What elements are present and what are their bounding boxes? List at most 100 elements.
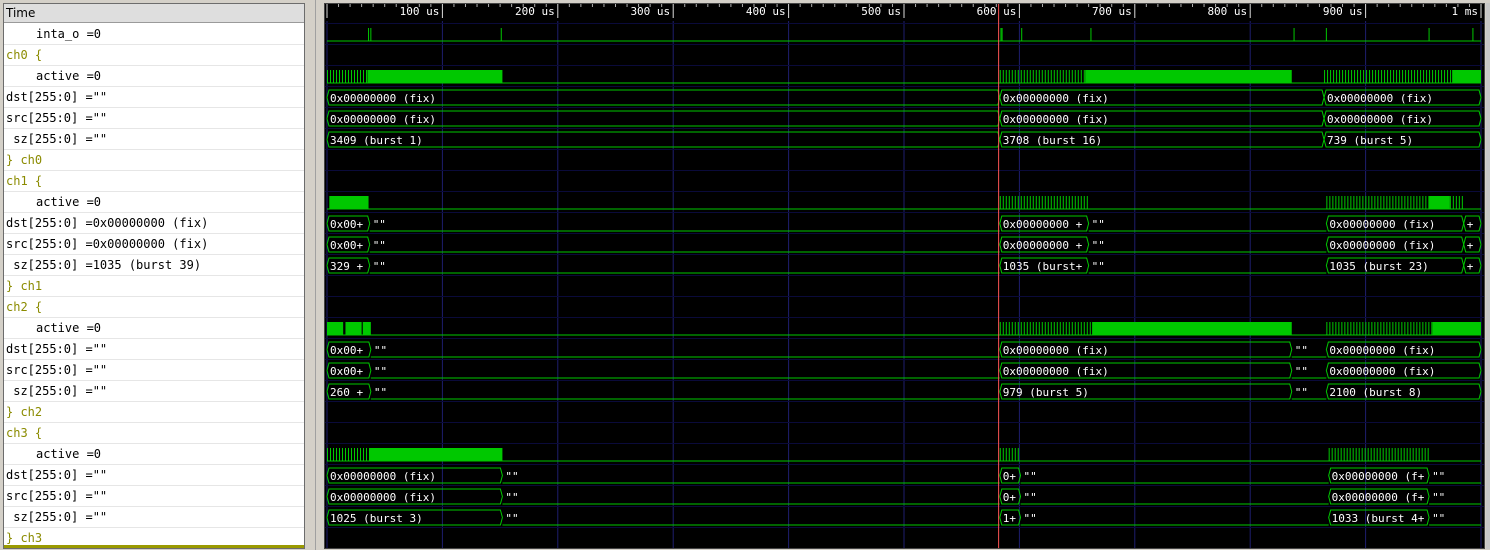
ch0-active-fill xyxy=(1452,70,1481,83)
bus-value-label: 0x00000000 (fix) xyxy=(1329,344,1435,357)
signal-name[interactable]: active =0 xyxy=(4,192,304,213)
bus-value-label: 260 + xyxy=(330,386,363,399)
bus-value-label: 0x00+ xyxy=(330,365,363,378)
ch2-active-fill xyxy=(345,322,362,335)
signal-name[interactable]: sz[255:0] =1035 (burst 39) xyxy=(4,255,304,276)
bus-value-segment xyxy=(326,131,1001,148)
bus-value-label: 0x00000000 (fix) xyxy=(330,92,436,105)
bus-value-label: "" xyxy=(505,470,518,483)
ch1-active-fill xyxy=(1429,196,1450,209)
bus-value-label: + xyxy=(1467,218,1474,231)
signal-names-panel: Time inta_o =0 ch0 {active =0 dst[255:0] =… xyxy=(3,3,305,549)
bus-value-label: "" xyxy=(374,365,387,378)
ch2-active-fill xyxy=(1432,322,1481,335)
signal-name[interactable]: dst[255:0] ="" xyxy=(4,339,304,360)
ruler-label: 900 us xyxy=(1323,5,1363,18)
signal-name[interactable]: dst[255:0] =0x00000000 (fix) xyxy=(4,213,304,234)
waveform-canvas[interactable]: 0100 us200 us300 us400 us500 us600 us700… xyxy=(325,4,1484,548)
bus-value-label: "" xyxy=(1024,512,1037,525)
bus-value-label: "" xyxy=(1295,344,1308,357)
bus-value-label: + xyxy=(1467,239,1474,252)
bus-value-label: 0x00000000 (fix) xyxy=(1329,218,1435,231)
ruler-label: 400 us xyxy=(746,5,786,18)
bus-value-label: 0x00000000 (fix) xyxy=(330,491,436,504)
signal-name[interactable]: active =0 xyxy=(4,318,304,339)
signal-name[interactable]: active =0 xyxy=(4,444,304,465)
bus-value-label: 1035 (burst+ xyxy=(1003,260,1083,273)
ruler-label: 600 us xyxy=(977,5,1017,18)
bus-value-label: "" xyxy=(373,260,386,273)
ch2-active-fill xyxy=(362,322,371,335)
bus-value-label: 1025 (burst 3) xyxy=(330,512,423,525)
ch2-active-fill xyxy=(1092,322,1292,335)
ruler-label: 800 us xyxy=(1207,5,1247,18)
bus-value-label: "" xyxy=(1092,239,1105,252)
bus-value-label: 0x00+ xyxy=(330,344,363,357)
group-label[interactable]: ch1 { xyxy=(4,171,304,192)
bus-value-label: 1035 (burst 23) xyxy=(1329,260,1428,273)
signal-name[interactable]: dst[255:0] ="" xyxy=(4,87,304,108)
bus-value-label: 0x00000000 (fix) xyxy=(1003,365,1109,378)
bus-value-label: "" xyxy=(505,512,518,525)
signal-name[interactable]: sz[255:0] ="" xyxy=(4,507,304,528)
splitter-grip[interactable] xyxy=(315,0,316,550)
bus-value-label: 2100 (burst 8) xyxy=(1329,386,1422,399)
signal-name[interactable]: src[255:0] ="" xyxy=(4,486,304,507)
signal-name[interactable]: inta_o =0 xyxy=(4,24,304,45)
group-label[interactable]: ch3 { xyxy=(4,423,304,444)
ch1-active-fill xyxy=(329,196,369,209)
bus-value-label: "" xyxy=(1295,365,1308,378)
bus-value-label: 0x00+ xyxy=(330,239,363,252)
vertical-scrollbar[interactable] xyxy=(1486,3,1490,549)
bus-value-label: "" xyxy=(1432,512,1445,525)
group-label[interactable]: ch2 { xyxy=(4,297,304,318)
ruler-label: 200 us xyxy=(515,5,555,18)
ruler-label: 100 us xyxy=(400,5,440,18)
group-label[interactable]: } ch1 xyxy=(4,276,304,297)
bus-value-label: "" xyxy=(374,344,387,357)
bus-value-label: "" xyxy=(1092,260,1105,273)
signal-name[interactable]: sz[255:0] ="" xyxy=(4,381,304,402)
signal-name[interactable]: sz[255:0] ="" xyxy=(4,129,304,150)
ruler-label: 1 ms xyxy=(1452,5,1479,18)
time-column-header: Time xyxy=(4,4,304,23)
bus-value-label: 0x00000000 (fix) xyxy=(1003,344,1109,357)
bus-value-label: 1+ xyxy=(1003,512,1017,525)
waveform-viewer[interactable]: 0100 us200 us300 us400 us500 us600 us700… xyxy=(324,3,1485,549)
group-label[interactable]: ch0 { xyxy=(4,45,304,66)
group-label[interactable]: } ch0 xyxy=(4,150,304,171)
bus-value-label: "" xyxy=(1024,491,1037,504)
bus-value-label: 0x00000000 (fix) xyxy=(330,470,436,483)
signal-name[interactable]: src[255:0] =0x00000000 (fix) xyxy=(4,234,304,255)
signal-name[interactable]: src[255:0] ="" xyxy=(4,108,304,129)
group-label[interactable]: } ch2 xyxy=(4,402,304,423)
bus-value-label: 739 (burst 5) xyxy=(1327,134,1413,147)
signal-name[interactable]: dst[255:0] ="" xyxy=(4,465,304,486)
signal-name[interactable]: active =0 xyxy=(4,66,304,87)
ch2-active-fill xyxy=(327,322,344,335)
bus-value-label: 0+ xyxy=(1003,470,1017,483)
ruler-label: 500 us xyxy=(861,5,901,18)
ch0-active-fill xyxy=(367,70,503,83)
bus-value-label: 0x00+ xyxy=(330,218,363,231)
pane-splitter[interactable] xyxy=(307,0,324,550)
bus-value-label: "" xyxy=(374,386,387,399)
bus-value-label: 0x00000000 (fix) xyxy=(330,113,436,126)
ch0-active-fill xyxy=(1085,70,1292,83)
bus-value-label: 0x00000000 (f+ xyxy=(1332,491,1425,504)
bus-value-label: 0x00000000 + xyxy=(1003,218,1083,231)
signal-name[interactable]: src[255:0] ="" xyxy=(4,360,304,381)
bus-value-label: "" xyxy=(505,491,518,504)
selection-bar xyxy=(4,545,304,548)
bus-value-label: 0x00000000 (fix) xyxy=(1327,113,1433,126)
bus-value-label: "" xyxy=(1295,386,1308,399)
bus-value-label: 0x00000000 (fix) xyxy=(1327,92,1433,105)
bus-value-label: 3708 (burst 16) xyxy=(1003,134,1102,147)
bus-value-label: 329 + xyxy=(330,260,363,273)
bus-value-label: 0x00000000 (fix) xyxy=(1329,365,1435,378)
bus-value-label: 1033 (burst 4+ xyxy=(1332,512,1425,525)
ruler-label: 300 us xyxy=(630,5,670,18)
bus-value-label: 0x00000000 (fix) xyxy=(1329,239,1435,252)
ch3-active-fill xyxy=(369,448,503,461)
bus-value-label: "" xyxy=(1432,470,1445,483)
